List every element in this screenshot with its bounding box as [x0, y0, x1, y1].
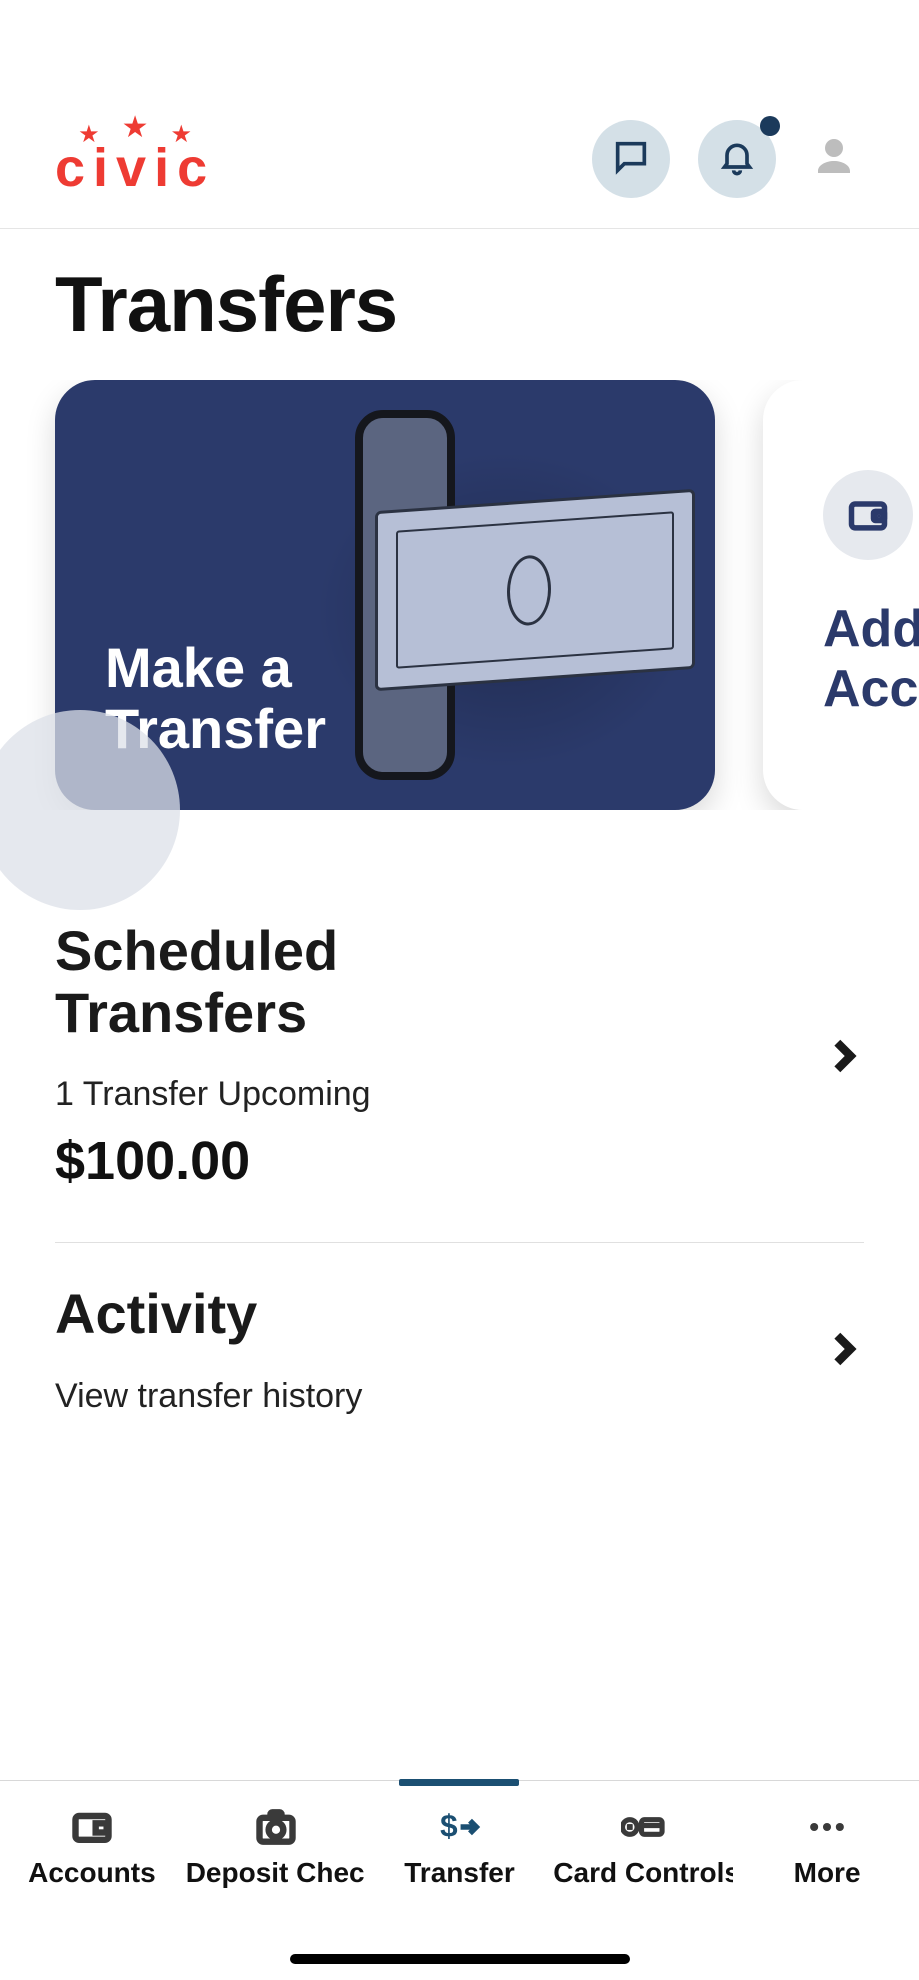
brand-name: civic — [55, 141, 215, 195]
person-icon — [810, 133, 858, 186]
wallet-icon — [823, 470, 913, 560]
camera-icon — [252, 1803, 300, 1851]
transfer-icon: $ — [435, 1803, 483, 1851]
activity-title: Activity — [55, 1283, 362, 1345]
tab-transfer[interactable]: $ Transfer — [369, 1803, 549, 1889]
card-controls-icon — [619, 1803, 667, 1851]
scheduled-title: Scheduled Transfers — [55, 920, 475, 1043]
transfer-illustration — [275, 410, 695, 780]
tab-label: More — [794, 1857, 861, 1889]
app-header: ★ ★ ★ civic — [0, 120, 919, 229]
tab-label: Deposit Check — [186, 1857, 366, 1889]
scheduled-subtitle: 1 Transfer Upcoming — [55, 1075, 475, 1114]
page-title: Transfers — [0, 229, 919, 380]
tab-accounts[interactable]: Accounts — [2, 1803, 182, 1889]
content-rows: Scheduled Transfers 1 Transfer Upcoming … — [0, 880, 919, 1466]
notification-dot — [760, 116, 780, 136]
chat-icon — [611, 137, 651, 182]
add-account-title: Add Account — [823, 600, 919, 720]
brand-logo: ★ ★ ★ civic — [55, 123, 215, 195]
add-account-card[interactable]: Add Account — [763, 380, 919, 810]
activity-row[interactable]: Activity View transfer history — [55, 1243, 864, 1466]
tab-card-controls[interactable]: Card Controls — [553, 1803, 733, 1889]
svg-text:$: $ — [441, 1808, 459, 1843]
tab-label: Transfer — [404, 1857, 515, 1889]
tab-label: Card Controls — [553, 1857, 733, 1889]
notifications-button[interactable] — [698, 120, 776, 198]
wallet-icon — [68, 1803, 116, 1851]
bell-icon — [717, 137, 757, 182]
profile-button[interactable] — [804, 133, 864, 186]
header-actions — [592, 120, 864, 198]
chevron-right-icon — [824, 1036, 864, 1076]
tab-label: Accounts — [28, 1857, 156, 1889]
scheduled-amount: $100.00 — [55, 1130, 475, 1192]
tab-deposit-check[interactable]: Deposit Check — [186, 1803, 366, 1889]
scheduled-transfers-row[interactable]: Scheduled Transfers 1 Transfer Upcoming … — [55, 880, 864, 1243]
tab-more[interactable]: More — [737, 1803, 917, 1889]
messages-button[interactable] — [592, 120, 670, 198]
activity-subtitle: View transfer history — [55, 1377, 362, 1416]
chevron-right-icon — [824, 1329, 864, 1369]
home-indicator — [290, 1954, 630, 1964]
more-icon — [803, 1803, 851, 1851]
bottom-tab-bar: Accounts Deposit Check $ Transfer Card C… — [0, 1780, 919, 1980]
